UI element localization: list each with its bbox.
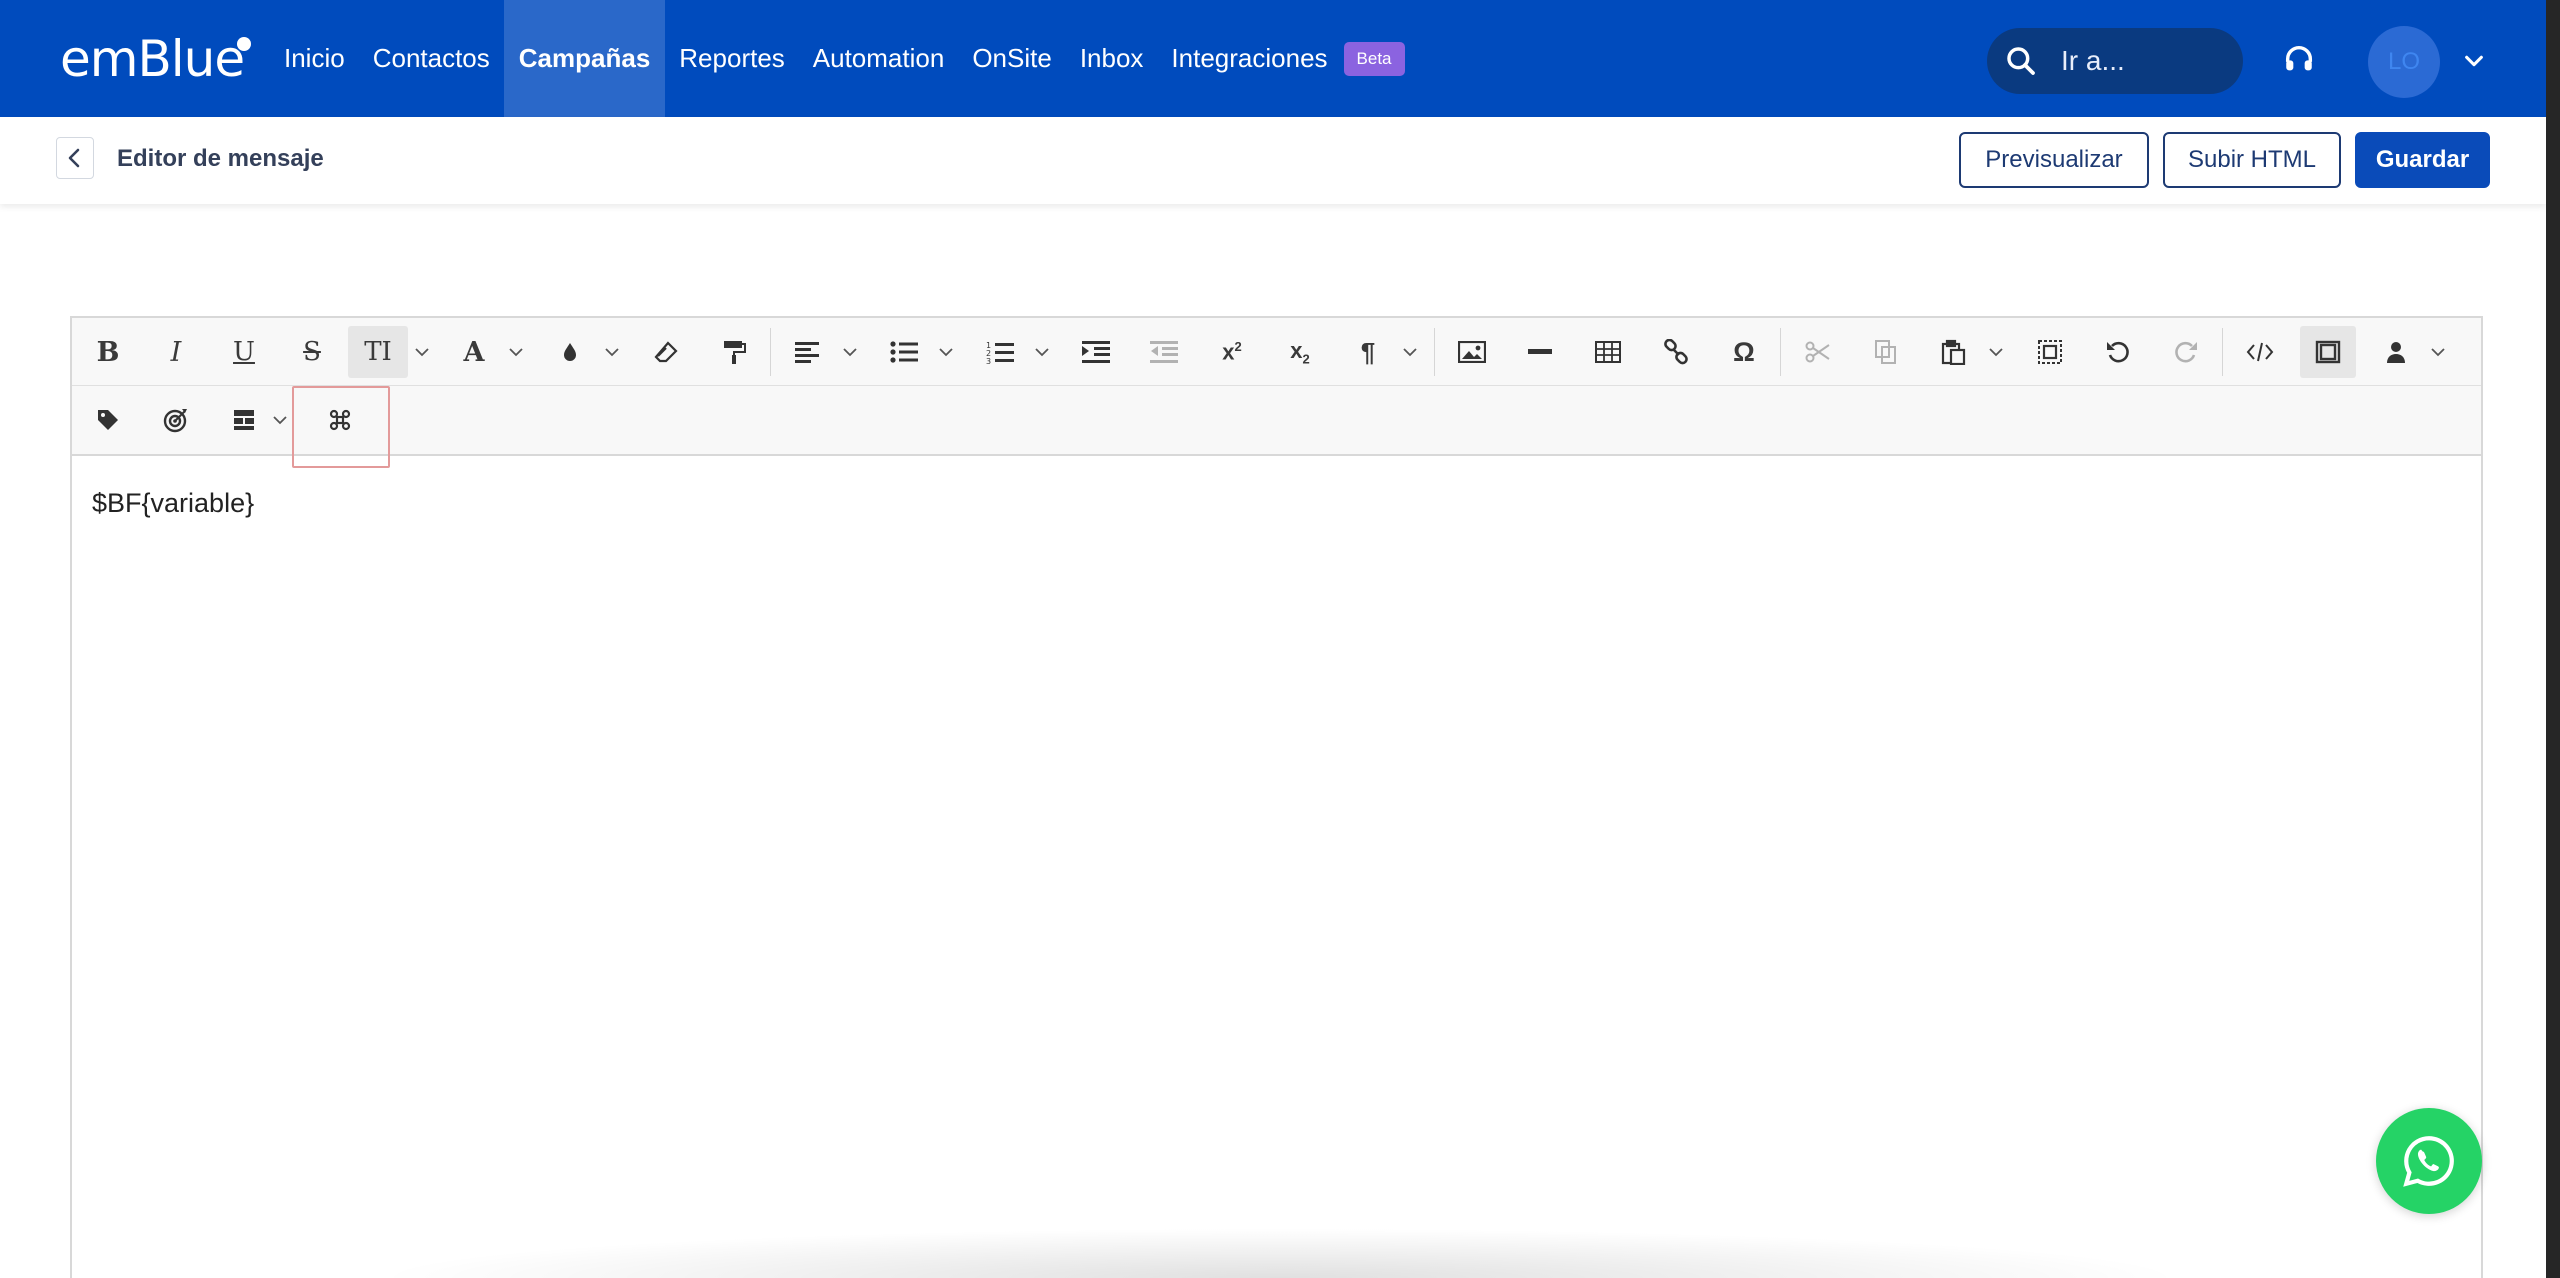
nav-item-automation[interactable]: Automation [799, 0, 959, 117]
chevron-down-icon[interactable] [1988, 344, 2004, 360]
underline-icon[interactable]: U [216, 326, 272, 378]
main-menu: Inicio Contactos Campañas Reportes Autom… [270, 0, 1405, 117]
avatar-initials: LO [2387, 48, 2420, 75]
indent-icon[interactable] [1068, 326, 1124, 378]
svg-text:3: 3 [986, 357, 991, 364]
editor-content[interactable]: $BF{variable} [92, 488, 254, 519]
nav-item-integraciones[interactable]: Integraciones [1157, 0, 1341, 117]
toolbar-row-2 [72, 386, 2481, 454]
chevron-down-icon[interactable] [938, 344, 954, 360]
italic-icon[interactable]: I [148, 326, 204, 378]
nav-item-onsite[interactable]: OnSite [958, 0, 1066, 117]
horizontal-line-icon[interactable] [1512, 326, 1568, 378]
chevron-down-icon[interactable] [508, 344, 524, 360]
chevron-down-icon[interactable] [2462, 50, 2486, 77]
nav-item-inbox[interactable]: Inbox [1066, 0, 1158, 117]
window-edge [2546, 0, 2560, 1278]
preview-button[interactable]: Previsualizar [1959, 132, 2149, 188]
chevron-left-icon [68, 148, 80, 168]
chevron-down-icon[interactable] [1034, 344, 1050, 360]
font-size-icon[interactable]: TI [348, 326, 408, 378]
copy-icon[interactable] [1858, 326, 1914, 378]
bullet-list-icon[interactable] [876, 326, 932, 378]
bold-icon[interactable]: B [80, 326, 136, 378]
bottom-shadow [370, 1228, 2190, 1278]
search-placeholder: Ir a... [2061, 45, 2125, 76]
nav-item-contactos[interactable]: Contactos [359, 0, 504, 117]
paragraph-icon[interactable]: ¶ [1340, 326, 1396, 378]
undo-icon[interactable] [2090, 326, 2146, 378]
outdent-icon[interactable] [1136, 326, 1192, 378]
chevron-down-icon[interactable] [414, 344, 430, 360]
select-all-icon[interactable] [2022, 326, 2078, 378]
paste-icon[interactable] [1926, 326, 1982, 378]
format-painter-icon[interactable] [706, 326, 762, 378]
subscript-icon[interactable]: x2 [1272, 326, 1328, 378]
blocks-icon[interactable] [216, 394, 272, 446]
align-icon[interactable] [780, 326, 836, 378]
whatsapp-icon [2403, 1136, 2454, 1187]
editor-header: Editor de mensaje Previsualizar Subir HT… [0, 117, 2546, 204]
numbered-list-icon[interactable]: 123 [972, 326, 1028, 378]
headset-icon[interactable] [2282, 42, 2316, 81]
chevron-down-icon[interactable] [272, 412, 288, 428]
font-color-icon[interactable]: A [446, 326, 502, 378]
chevron-down-icon[interactable] [842, 344, 858, 360]
logo-text: emBlue [60, 30, 245, 88]
special-char-icon[interactable]: Ω [1716, 326, 1772, 378]
chevron-down-icon[interactable] [2430, 344, 2446, 360]
table-icon[interactable] [1580, 326, 1636, 378]
top-navigation: emBlue Inicio Contactos Campañas Reporte… [0, 0, 2560, 117]
beta-badge: Beta [1343, 41, 1405, 76]
strikethrough-icon[interactable]: S [284, 326, 340, 378]
nav-item-reportes[interactable]: Reportes [665, 0, 799, 117]
save-button[interactable]: Guardar [2355, 132, 2490, 188]
chevron-down-icon[interactable] [1402, 344, 1418, 360]
tag-icon[interactable] [80, 394, 136, 446]
image-icon[interactable] [1444, 326, 1500, 378]
background-color-icon[interactable] [542, 326, 598, 378]
superscript-icon[interactable]: x2 [1204, 326, 1260, 378]
page-title: Editor de mensaje [117, 145, 324, 172]
message-editor: B I U S TI A 123 x2 x2 ¶ Ω $BF{variable} [70, 316, 2483, 1278]
toolbar-row-1: B I U S TI A 123 x2 x2 ¶ Ω [72, 318, 2481, 386]
whatsapp-button[interactable] [2376, 1108, 2482, 1214]
editor-toolbar: B I U S TI A 123 x2 x2 ¶ Ω [72, 318, 2481, 468]
search-input[interactable]: Ir a... [1987, 28, 2243, 94]
avatar[interactable]: LO [2368, 26, 2440, 98]
selection-highlight [292, 386, 390, 468]
chevron-down-icon[interactable] [604, 344, 620, 360]
target-icon[interactable] [148, 394, 204, 446]
user-field-icon[interactable] [2368, 326, 2424, 378]
back-button[interactable] [56, 137, 94, 179]
emblue-logo[interactable]: emBlue [60, 30, 252, 88]
search-icon [2007, 47, 2035, 75]
nav-item-inicio[interactable]: Inicio [270, 0, 359, 117]
cut-icon[interactable] [1790, 326, 1846, 378]
code-view-icon[interactable] [2232, 326, 2288, 378]
fullscreen-icon[interactable] [2300, 326, 2356, 378]
link-icon[interactable] [1648, 326, 1704, 378]
clear-format-icon[interactable] [638, 326, 694, 378]
nav-item-campanas[interactable]: Campañas [503, 0, 666, 117]
upload-html-button[interactable]: Subir HTML [2163, 132, 2341, 188]
redo-icon[interactable] [2158, 326, 2214, 378]
